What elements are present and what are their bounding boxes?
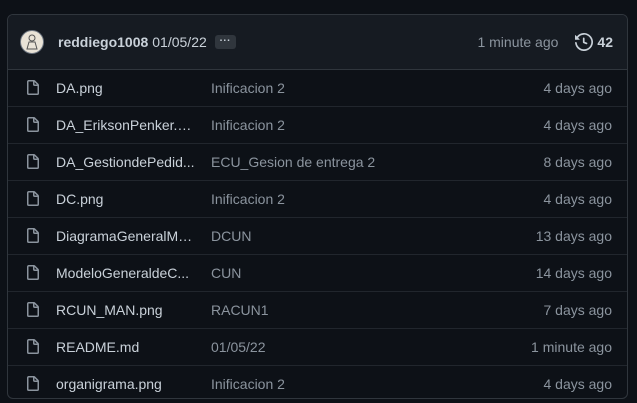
commit-date: 13 days ago [535, 228, 612, 244]
commit-message-link[interactable]: Inificacion 2 [211, 191, 544, 207]
file-name-link[interactable]: DA_EriksonPenker.png [56, 117, 196, 133]
file-row[interactable]: DA.png Inificacion 24 days ago [8, 70, 627, 107]
file-name-link[interactable]: ModeloGeneraldeC... [56, 265, 196, 281]
commit-date: 4 days ago [543, 191, 613, 207]
commit-time[interactable]: 1 minute ago [477, 34, 558, 50]
file-list: DA.png Inificacion 24 days ago DA_EriksonP… [8, 70, 627, 398]
file-name-link[interactable]: DA_GestiondePedid... [56, 154, 196, 170]
file-name-link[interactable]: DC.png [56, 191, 196, 207]
file-name-link[interactable]: organigrama.png [56, 376, 196, 392]
commit-message[interactable]: 01/05/22 [152, 34, 207, 50]
file-row[interactable]: RCUN_MAN.png RACUN1 7 days ago [8, 292, 627, 329]
commit-message-link[interactable]: RACUN1 [211, 302, 544, 318]
file-row[interactable]: README.md 01/05/22 1 minute ago [8, 329, 627, 366]
file-name-link[interactable]: RCUN_MAN.png [56, 302, 196, 318]
history-icon [575, 33, 594, 51]
file-row[interactable]: DA_EriksonPenker.png Inificacion 24 days … [8, 107, 627, 144]
commit-message-link[interactable]: Inificacion 2 [211, 376, 544, 392]
file-icon [25, 80, 41, 96]
file-row[interactable]: organigrama.png Inificacion 24 days ago [8, 366, 627, 398]
file-icon [25, 191, 41, 207]
commit-date: 14 days ago [535, 265, 612, 281]
commit-date: 7 days ago [543, 302, 613, 318]
commit-message-link[interactable]: Inificacion 2 [211, 117, 544, 133]
avatar-figure-icon [26, 34, 38, 50]
commit-date: 4 days ago [543, 117, 613, 133]
file-name-link[interactable]: README.md [56, 339, 196, 355]
commit-message-link[interactable]: 01/05/22 [211, 339, 531, 355]
avatar[interactable] [20, 30, 44, 54]
file-icon [25, 117, 41, 133]
latest-commit-bar: reddiego1008 01/05/22 ... 1 minute ago 4… [8, 15, 627, 70]
commit-message-link[interactable]: DCUN [211, 228, 536, 244]
commit-message-link[interactable]: ECU_Gesion de entrega 2 [211, 154, 544, 170]
commit-date: 4 days ago [543, 375, 613, 392]
commit-author[interactable]: reddiego1008 [58, 34, 148, 50]
file-name-link[interactable]: DA.png [56, 80, 196, 96]
commit-message-link[interactable]: Inificacion 2 [211, 80, 544, 96]
commit-date: 1 minute ago [531, 339, 612, 355]
file-row[interactable]: DiagramaGeneralMC... DCUN 13 days ago [8, 218, 627, 255]
commit-history-link[interactable]: 42 [575, 33, 613, 51]
file-row[interactable]: DA_GestiondePedid... ECU_Gesion de entreg… [8, 144, 627, 181]
file-icon [25, 154, 41, 170]
commit-message-link[interactable]: CUN [211, 265, 536, 281]
expand-commit-button[interactable]: ... [214, 34, 236, 49]
file-row[interactable]: ModeloGeneraldeC... CUN 14 days ago [8, 255, 627, 292]
file-icon [25, 302, 41, 318]
file-icon [25, 339, 41, 355]
commit-date: 4 days ago [543, 80, 613, 96]
file-icon [25, 228, 41, 244]
file-icon [25, 375, 41, 392]
commit-count: 42 [597, 34, 613, 50]
file-name-link[interactable]: DiagramaGeneralMC... [56, 228, 196, 244]
file-icon [25, 265, 41, 281]
file-row[interactable]: DC.png Inificacion 24 days ago [8, 181, 627, 218]
file-browser: reddiego1008 01/05/22 ... 1 minute ago 4… [7, 14, 628, 399]
commit-date: 8 days ago [543, 154, 613, 170]
